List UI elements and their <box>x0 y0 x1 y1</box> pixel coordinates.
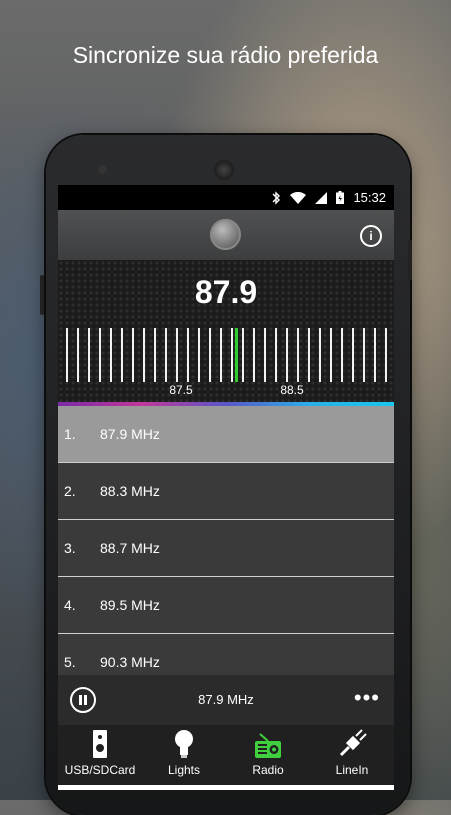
tuner-dial[interactable]: 87.5 88.5 <box>58 328 394 400</box>
dial-tick <box>341 328 343 382</box>
tab-usb-sdcard[interactable]: USB/SDCard <box>58 725 142 785</box>
app-logo-icon[interactable] <box>210 219 241 250</box>
dial-tick <box>297 328 299 382</box>
tuner-panel: 87.9 87.5 88.5 <box>58 260 394 402</box>
dial-tick <box>132 328 134 382</box>
dial-tick <box>253 328 255 382</box>
dial-tick <box>231 328 233 382</box>
dial-tick <box>264 328 266 382</box>
dial-tick <box>77 328 79 382</box>
station-row-1[interactable]: 1. 87.9 MHz <box>58 406 394 463</box>
dial-tick <box>363 328 365 382</box>
app-bar: i <box>58 210 394 260</box>
station-label: 87.9 MHz <box>100 426 160 442</box>
station-label: 88.7 MHz <box>100 540 160 556</box>
screen: 15:32 i 87.9 87.5 88.5 1. 87.9 MHz 2. 88.3… <box>58 185 394 790</box>
dial-tick <box>121 328 123 382</box>
tuner-needle[interactable] <box>235 328 238 382</box>
dial-tick <box>374 328 376 382</box>
station-label: 88.3 MHz <box>100 483 160 499</box>
tab-radio[interactable]: Radio <box>226 725 310 785</box>
info-icon[interactable]: i <box>360 225 382 247</box>
tab-label: USB/SDCard <box>64 763 136 777</box>
dial-tick <box>330 328 332 382</box>
wifi-icon <box>290 191 307 204</box>
now-playing: 87.9 MHz <box>198 692 254 707</box>
signal-icon <box>315 191 328 204</box>
dial-tick <box>154 328 156 382</box>
side-button <box>408 240 412 280</box>
tab-label: LineIn <box>335 763 369 777</box>
dial-tick <box>99 328 101 382</box>
home-indicator <box>58 785 394 790</box>
status-bar: 15:32 <box>58 185 394 210</box>
earpiece <box>214 160 234 180</box>
dial-tick <box>176 328 178 382</box>
station-label: 89.5 MHz <box>100 597 160 613</box>
dial-tick <box>143 328 145 382</box>
bulb-icon <box>175 730 193 758</box>
bluetooth-icon <box>272 190 281 205</box>
station-list: 1. 87.9 MHz 2. 88.3 MHz 3. 88.7 MHz 4. 89.5 … <box>58 406 394 691</box>
tab-linein[interactable]: LineIn <box>310 725 394 785</box>
dial-tick <box>110 328 112 382</box>
headline: Sincronize sua rádio preferida <box>72 42 379 68</box>
dial-tick <box>286 328 288 382</box>
dial-tick <box>187 328 189 382</box>
radio-icon <box>255 733 281 758</box>
speaker-icon <box>93 730 107 758</box>
scale-label-right: 88.5 <box>280 383 304 397</box>
station-row-4[interactable]: 4. 89.5 MHz <box>58 577 394 634</box>
station-row-3[interactable]: 3. 88.7 MHz <box>58 520 394 577</box>
dial-tick <box>220 328 222 382</box>
tab-label: Radio <box>252 763 284 777</box>
dial-tick <box>275 328 277 382</box>
dial-tick <box>385 328 387 382</box>
dial-tick <box>66 328 68 382</box>
station-label: 90.3 MHz <box>100 654 160 670</box>
dial-tick <box>319 328 321 382</box>
tuner-frequency: 87.9 <box>194 274 258 310</box>
camera <box>98 165 107 174</box>
dial-tick <box>165 328 167 382</box>
bottom-nav: USB/SDCard Lights Radio LineIn <box>58 725 394 785</box>
tab-lights[interactable]: Lights <box>142 725 226 785</box>
status-time: 15:32 <box>353 190 386 205</box>
more-icon[interactable]: ••• <box>354 687 380 709</box>
dial-tick <box>209 328 211 382</box>
tab-label: Lights <box>167 763 201 777</box>
station-row-2[interactable]: 2. 88.3 MHz <box>58 463 394 520</box>
dial-tick <box>242 328 244 382</box>
dial-tick <box>198 328 200 382</box>
plug-icon <box>339 729 367 757</box>
side-button <box>40 275 44 315</box>
dial-tick <box>88 328 90 382</box>
dial-tick <box>352 328 354 382</box>
player-bar: 87.9 MHz ••• <box>58 675 394 725</box>
dial-tick <box>308 328 310 382</box>
scale-label-left: 87.5 <box>169 383 193 397</box>
battery-icon <box>336 191 345 204</box>
